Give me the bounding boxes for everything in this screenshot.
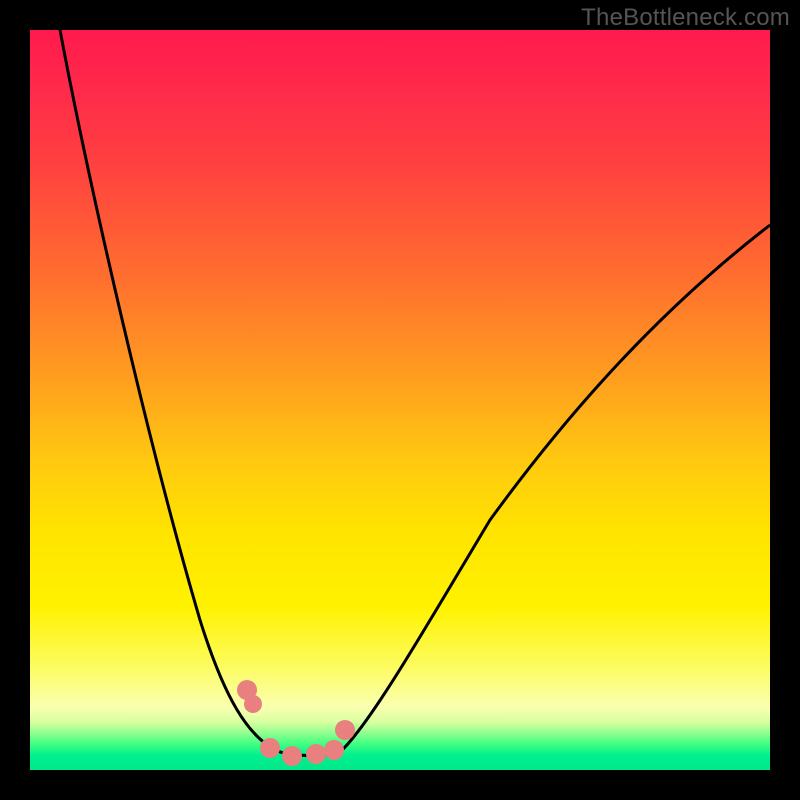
pink-dots-group	[237, 680, 355, 766]
plot-area	[30, 30, 770, 770]
watermark-text: TheBottleneck.com	[581, 4, 790, 32]
curve-overlay	[30, 30, 770, 770]
left-curve	[60, 30, 275, 750]
right-curve	[340, 225, 770, 752]
